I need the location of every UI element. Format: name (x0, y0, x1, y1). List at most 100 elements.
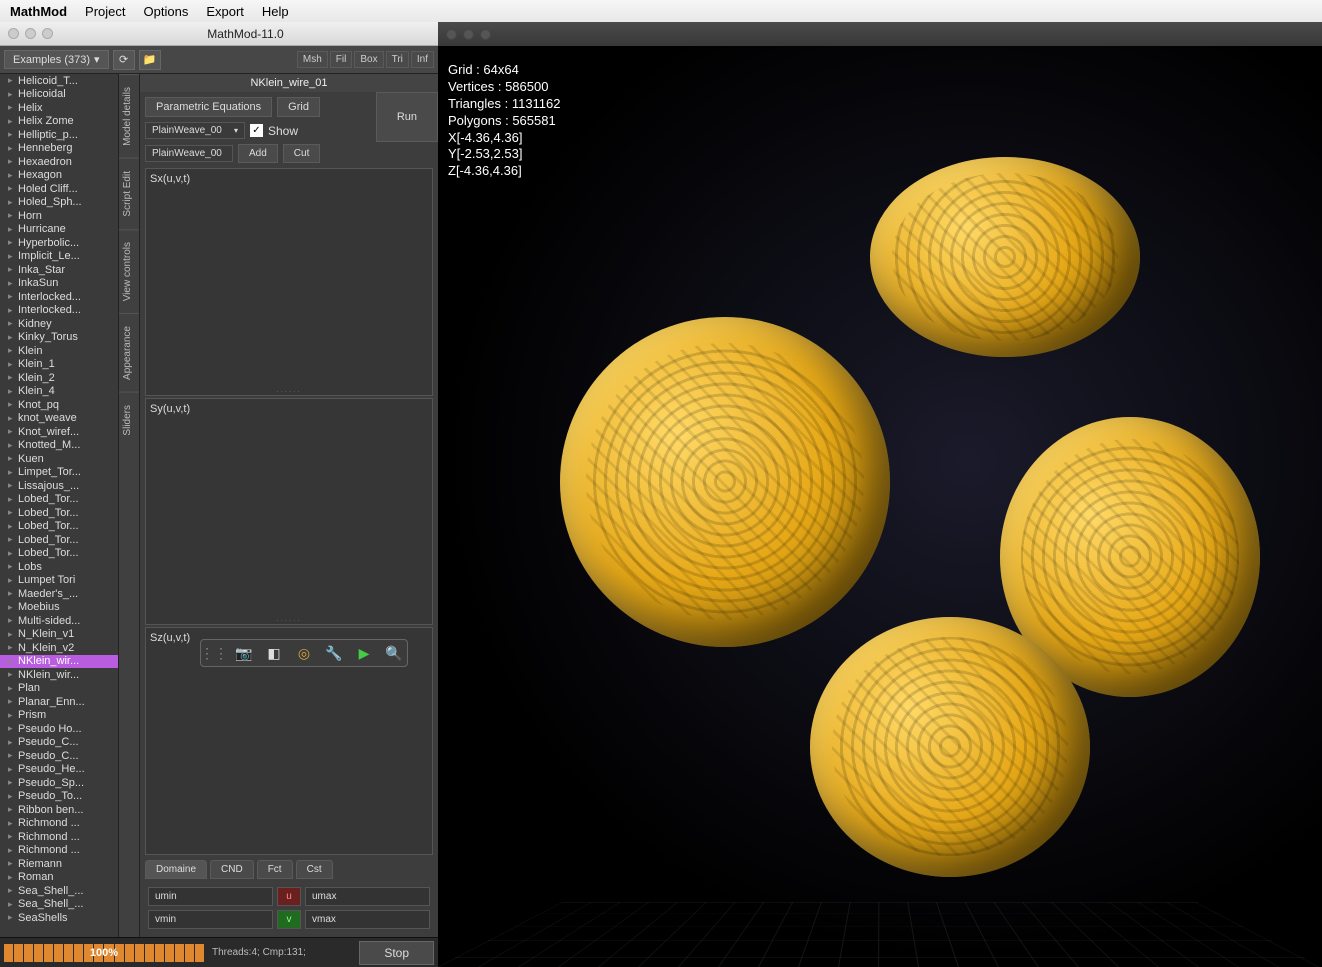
box-button[interactable]: Box (354, 51, 383, 68)
tree-item[interactable]: ▸Hyperbolic... (0, 236, 118, 250)
tree-item[interactable]: ▸Hexaedron (0, 155, 118, 169)
show-checkbox[interactable]: ✓ (250, 124, 263, 137)
tree-item[interactable]: ▸InkaSun (0, 277, 118, 291)
tree-item[interactable]: ▸Interlocked... (0, 304, 118, 318)
tree-item[interactable]: ▸Hexagon (0, 169, 118, 183)
tab-sliders[interactable]: Sliders (119, 392, 139, 448)
tree-item[interactable]: ▸Pseudo_Sp... (0, 776, 118, 790)
minimize-icon[interactable] (25, 28, 36, 39)
tree-item[interactable]: ▸Lumpet Tori (0, 574, 118, 588)
tree-item[interactable]: ▸Pseudo_To... (0, 790, 118, 804)
run-button[interactable]: Run (376, 92, 438, 142)
tree-item[interactable]: ▸Sea_Shell_... (0, 884, 118, 898)
tree-item[interactable]: ▸Pseudo_C... (0, 736, 118, 750)
vp-close-icon[interactable] (446, 29, 457, 40)
tree-item[interactable]: ▸knot_weave (0, 412, 118, 426)
tab-grid[interactable]: Grid (277, 97, 320, 117)
component-combo[interactable]: PlainWeave_00▾ (145, 122, 245, 139)
tree-item[interactable]: ▸Richmond ... (0, 844, 118, 858)
tree-item[interactable]: ▸Helix (0, 101, 118, 115)
tree-item[interactable]: ▸Klein_1 (0, 358, 118, 372)
tree-item[interactable]: ▸Multi-sided... (0, 614, 118, 628)
umax-input[interactable]: umax (305, 887, 430, 906)
tree-item[interactable]: ▸Henneberg (0, 142, 118, 156)
sy-equation-input[interactable]: Sy(u,v,t)...... (145, 398, 433, 626)
tree-item[interactable]: ▸Roman (0, 871, 118, 885)
eraser-icon[interactable]: ◧ (264, 643, 284, 663)
tree-item[interactable]: ▸Knotted_M... (0, 439, 118, 453)
menu-options[interactable]: Options (144, 4, 189, 19)
tab-domaine[interactable]: Domaine (145, 860, 207, 879)
component-name-input[interactable]: PlainWeave_00 (145, 145, 233, 162)
folder-icon[interactable]: 📁 (139, 50, 161, 70)
add-button[interactable]: Add (238, 144, 278, 163)
menu-export[interactable]: Export (206, 4, 244, 19)
inf-button[interactable]: Inf (411, 51, 434, 68)
tree-item[interactable]: ▸Lobs (0, 560, 118, 574)
tree-item[interactable]: ▸Kuen (0, 452, 118, 466)
vp-minimize-icon[interactable] (463, 29, 474, 40)
play-icon[interactable]: ▶ (354, 643, 374, 663)
tree-item[interactable]: ▸Lobed_Tor... (0, 533, 118, 547)
ring-icon[interactable]: ◎ (294, 643, 314, 663)
tree-item[interactable]: ▸Knot_pq (0, 398, 118, 412)
tree-item[interactable]: ▸Riemann (0, 857, 118, 871)
tab-view-controls[interactable]: View controls (119, 229, 139, 313)
vmax-input[interactable]: vmax (305, 910, 430, 929)
tree-item[interactable]: ▸Sea_Shell_... (0, 898, 118, 912)
tree-item[interactable]: ▸Lissajous_... (0, 479, 118, 493)
render-canvas[interactable] (438, 46, 1322, 967)
tree-item[interactable]: ▸Helicoidal (0, 88, 118, 102)
menu-project[interactable]: Project (85, 4, 125, 19)
tree-item[interactable]: ▸Inka_Star (0, 263, 118, 277)
msh-button[interactable]: Msh (297, 51, 328, 68)
tab-appearance[interactable]: Appearance (119, 313, 139, 392)
tree-item[interactable]: ▸Richmond ... (0, 830, 118, 844)
tree-item[interactable]: ▸Helliptic_p... (0, 128, 118, 142)
tab-cst[interactable]: Cst (296, 860, 333, 879)
tree-item[interactable]: ▸Hurricane (0, 223, 118, 237)
vp-maximize-icon[interactable] (480, 29, 491, 40)
tree-item[interactable]: ▸Planar_Enn... (0, 695, 118, 709)
fil-button[interactable]: Fil (330, 51, 353, 68)
tab-model-details[interactable]: Model details (119, 74, 139, 158)
tree-item[interactable]: ▸Pseudo_C... (0, 749, 118, 763)
tree-item[interactable]: ▸N_Klein_v2 (0, 641, 118, 655)
refresh-icon[interactable]: ⟳ (113, 50, 135, 70)
tree-item[interactable]: ▸Horn (0, 209, 118, 223)
grip-icon[interactable]: ⋮⋮ (204, 643, 224, 663)
tree-item[interactable]: ▸Limpet_Tor... (0, 466, 118, 480)
tree-item[interactable]: ▸Klein_4 (0, 385, 118, 399)
tree-item[interactable]: ▸Pseudo Ho... (0, 722, 118, 736)
close-icon[interactable] (8, 28, 19, 39)
examples-dropdown[interactable]: Examples (373)▾ (4, 50, 109, 69)
tree-item[interactable]: ▸Lobed_Tor... (0, 493, 118, 507)
tree-item[interactable]: ▸NKlein_wir... (0, 655, 118, 669)
tree-item[interactable]: ▸Plan (0, 682, 118, 696)
search-icon[interactable]: 🔍 (384, 643, 404, 663)
tree-item[interactable]: ▸Holed Cliff... (0, 182, 118, 196)
tab-parametric[interactable]: Parametric Equations (145, 97, 272, 117)
tree-item[interactable]: ▸Lobed_Tor... (0, 506, 118, 520)
tree-item[interactable]: ▸Moebius (0, 601, 118, 615)
tree-item[interactable]: ▸Pseudo_He... (0, 763, 118, 777)
vmin-input[interactable]: vmin (148, 910, 273, 929)
tree-item[interactable]: ▸Helix Zome (0, 115, 118, 129)
cut-button[interactable]: Cut (283, 144, 321, 163)
umin-input[interactable]: umin (148, 887, 273, 906)
tree-item[interactable]: ▸NKlein_wir... (0, 668, 118, 682)
tree-item[interactable]: ▸Knot_wiref... (0, 425, 118, 439)
floating-toolbar[interactable]: ⋮⋮ 📷 ◧ ◎ 🔧 ▶ 🔍 (200, 639, 408, 667)
menu-help[interactable]: Help (262, 4, 289, 19)
tree-item[interactable]: ▸Implicit_Le... (0, 250, 118, 264)
tree-item[interactable]: ▸Klein_2 (0, 371, 118, 385)
tree-item[interactable]: ▸Prism (0, 709, 118, 723)
camera-icon[interactable]: 📷 (234, 643, 254, 663)
tree-item[interactable]: ▸N_Klein_v1 (0, 628, 118, 642)
wrench-icon[interactable]: 🔧 (324, 643, 344, 663)
tri-button[interactable]: Tri (386, 51, 409, 68)
tree-item[interactable]: ▸Kidney (0, 317, 118, 331)
3d-viewport[interactable]: Grid : 64x64 Vertices : 586500 Triangles… (438, 22, 1322, 967)
sx-equation-input[interactable]: Sx(u,v,t)...... (145, 168, 433, 396)
maximize-icon[interactable] (42, 28, 53, 39)
